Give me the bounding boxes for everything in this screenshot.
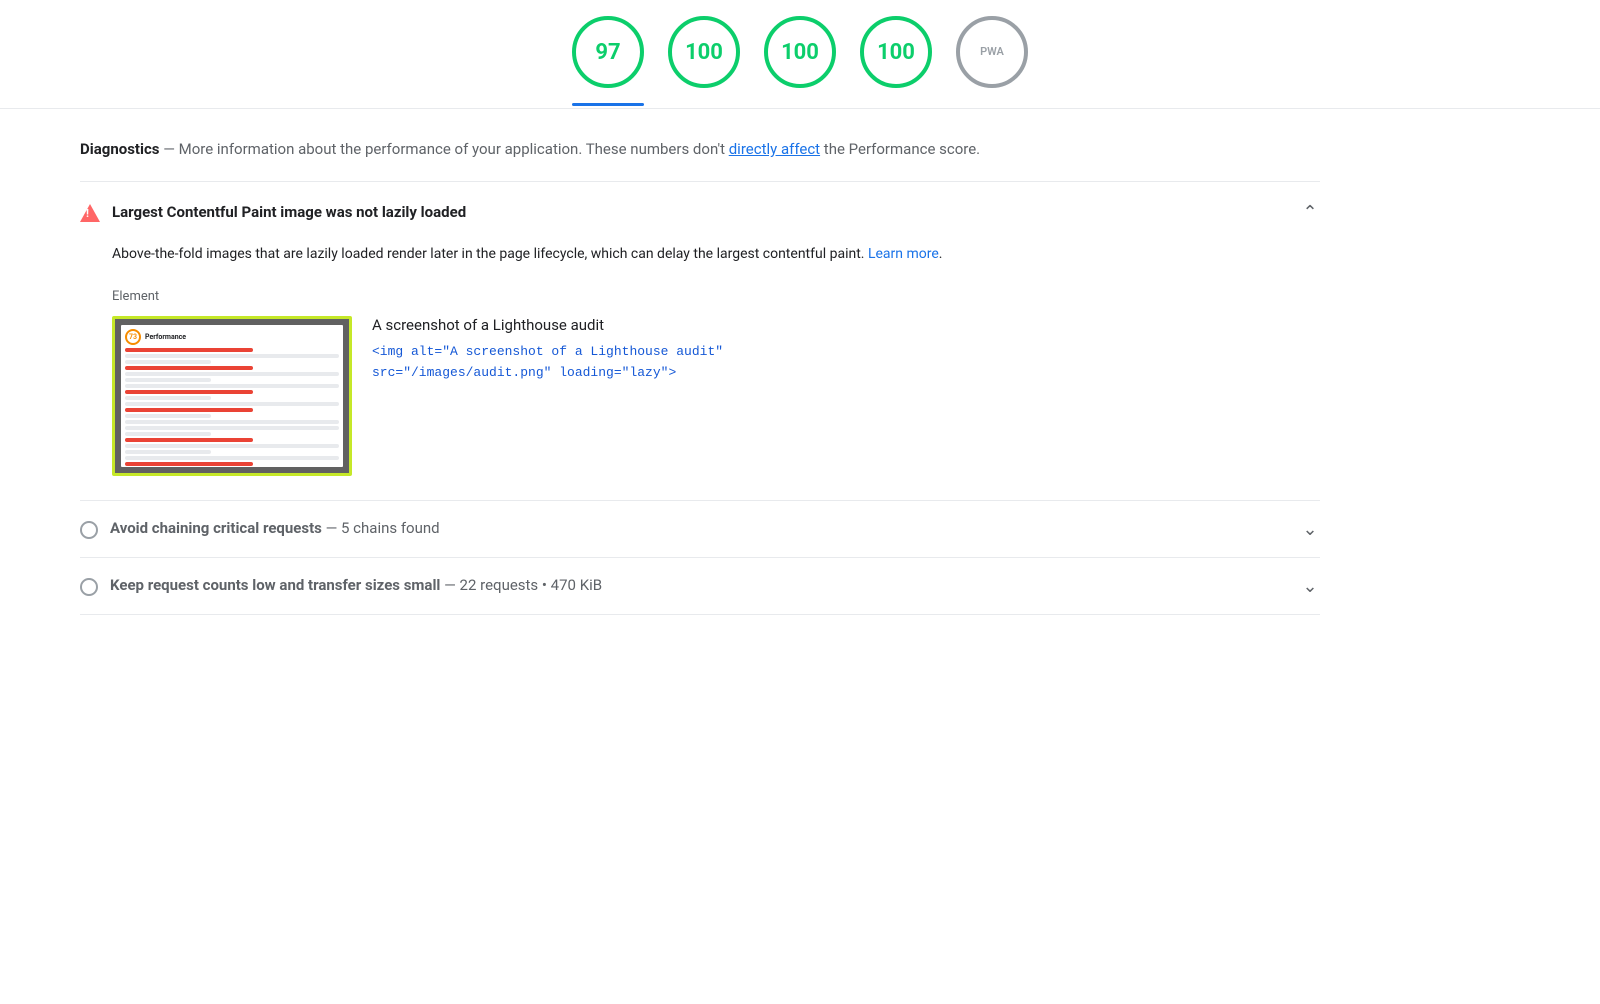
element-code: <img alt="A screenshot of a Lighthouse a…	[372, 342, 1320, 384]
diagnostics-header: Diagnostics — More information about the…	[80, 109, 1320, 181]
score-bar: 97 100 100 100 PWA	[0, 0, 1600, 88]
audit-lcp-header[interactable]: Largest Contentful Paint image was not l…	[80, 182, 1320, 243]
element-info: A screenshot of a Lighthouse audit <img …	[372, 316, 1320, 384]
chevron-down-icon-2[interactable]: ⌄	[1300, 576, 1320, 596]
audit-lcp-title: Largest Contentful Paint image was not l…	[112, 202, 1288, 223]
audit-lcp-item: Largest Contentful Paint image was not l…	[80, 182, 1320, 501]
audit-requests-title: Keep request counts low and transfer siz…	[110, 576, 1288, 594]
element-label: Element	[112, 289, 1320, 304]
directly-affect-link[interactable]: directly affect	[729, 140, 820, 158]
element-row: 73 Performance	[112, 316, 1320, 476]
chevron-up-icon[interactable]: ⌃	[1300, 202, 1320, 222]
score-performance[interactable]: 97	[572, 16, 644, 88]
warning-icon	[80, 204, 100, 222]
audit-requests-item: Keep request counts low and transfer siz…	[80, 558, 1320, 615]
audit-chaining-item: Avoid chaining critical requests — 5 cha…	[80, 501, 1320, 558]
element-name: A screenshot of a Lighthouse audit	[372, 316, 1320, 334]
main-content: Diagnostics — More information about the…	[0, 109, 1400, 615]
audit-chaining-title: Avoid chaining critical requests — 5 cha…	[110, 519, 1288, 537]
circle-icon-2	[80, 578, 98, 596]
audit-requests-header[interactable]: Keep request counts low and transfer siz…	[80, 558, 1320, 614]
score-seo[interactable]: 100	[860, 16, 932, 88]
audit-lcp-description: Above-the-fold images that are lazily lo…	[112, 243, 1320, 265]
audit-lcp-body: Above-the-fold images that are lazily lo…	[80, 243, 1320, 500]
element-thumbnail: 73 Performance	[112, 316, 352, 476]
score-pwa[interactable]: PWA	[956, 16, 1028, 88]
diagnostics-label: Diagnostics	[80, 140, 159, 158]
audit-chaining-header[interactable]: Avoid chaining critical requests — 5 cha…	[80, 501, 1320, 557]
chevron-down-icon-1[interactable]: ⌄	[1300, 519, 1320, 539]
circle-icon-1	[80, 521, 98, 539]
score-best-practices[interactable]: 100	[764, 16, 836, 88]
score-accessibility[interactable]: 100	[668, 16, 740, 88]
lh-mini-preview: 73 Performance	[115, 319, 349, 473]
learn-more-link[interactable]: Learn more	[868, 246, 939, 262]
